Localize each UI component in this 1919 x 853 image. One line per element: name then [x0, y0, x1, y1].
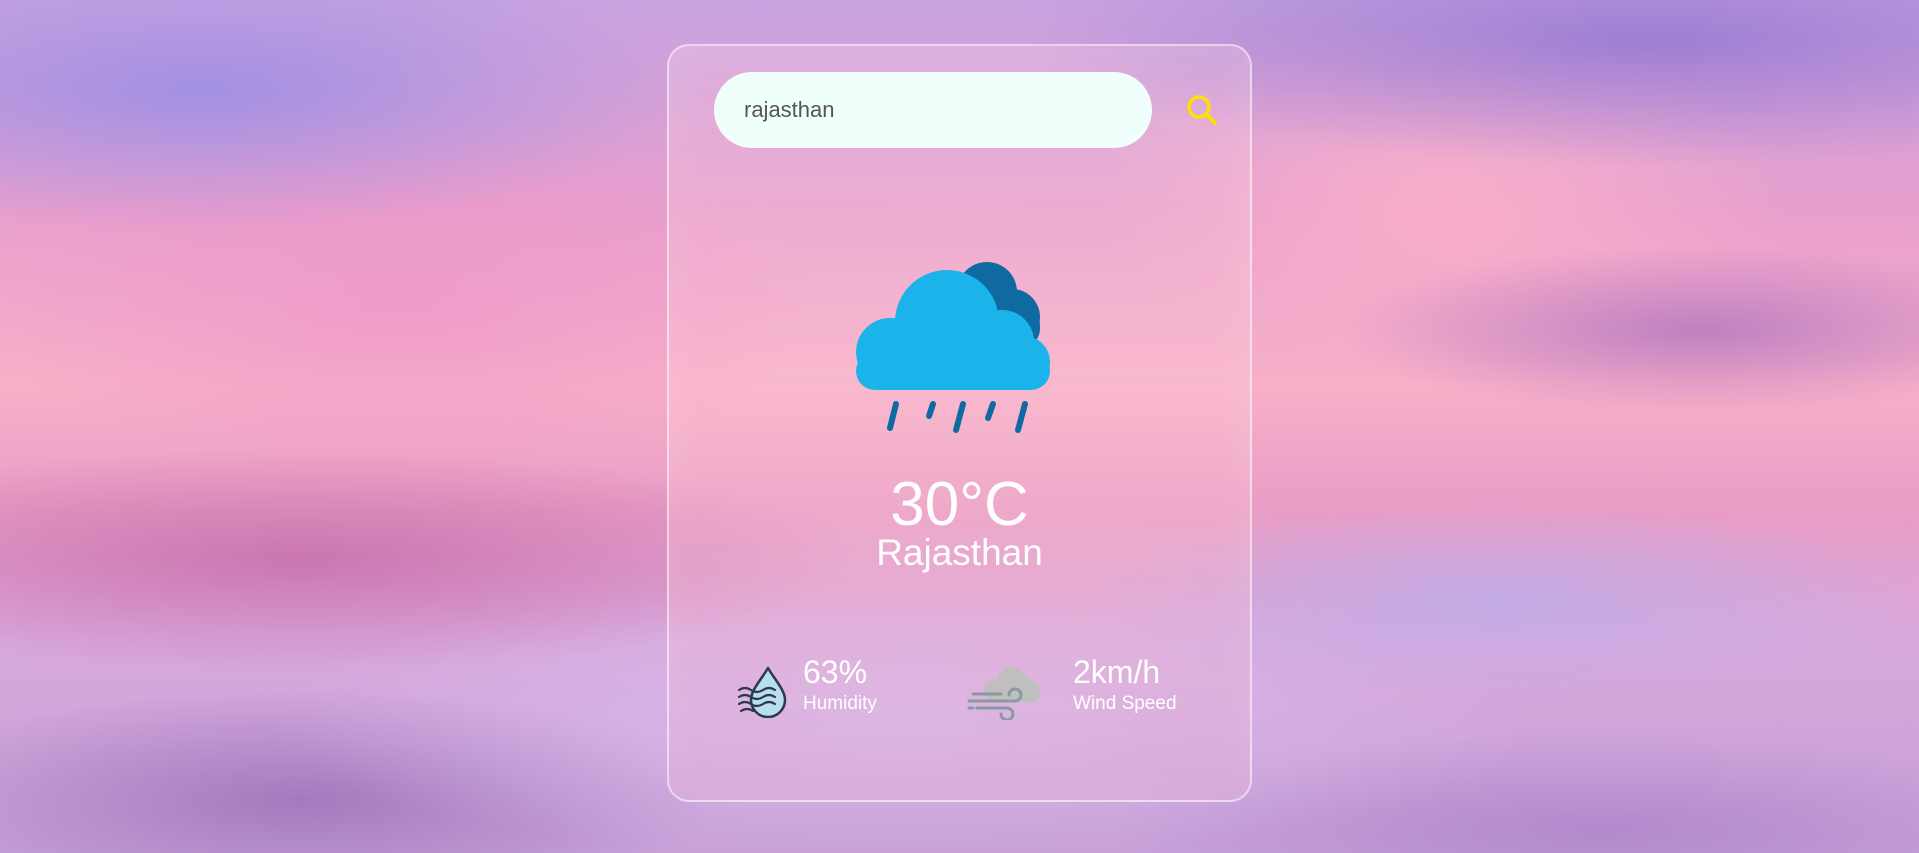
wind-icon [967, 664, 1047, 725]
search-bar [714, 72, 1234, 148]
wind-speed-value: 2km/h [1073, 654, 1161, 690]
humidity-detail: 63% Humidity [737, 656, 957, 726]
humidity-label: Humidity [803, 693, 877, 714]
city-name: Rajasthan [876, 532, 1043, 573]
humidity-value: 63% [803, 654, 868, 690]
temperature-value: 30°C [890, 470, 1029, 539]
search-button[interactable] [1184, 92, 1220, 128]
weather-card: 30°C Rajasthan 63% Humidity [667, 44, 1252, 802]
rain-cloud-icon [856, 262, 1050, 433]
humidity-icon [737, 664, 791, 723]
search-input[interactable] [714, 72, 1152, 148]
wind-detail: 2km/h Wind Speed [967, 656, 1207, 726]
weather-condition-image [852, 252, 1072, 442]
wind-speed-label: Wind Speed [1073, 693, 1177, 714]
weather-app-page: { "search": { "value": "rajasthan", "pla… [0, 0, 1919, 853]
search-icon [1187, 95, 1217, 125]
